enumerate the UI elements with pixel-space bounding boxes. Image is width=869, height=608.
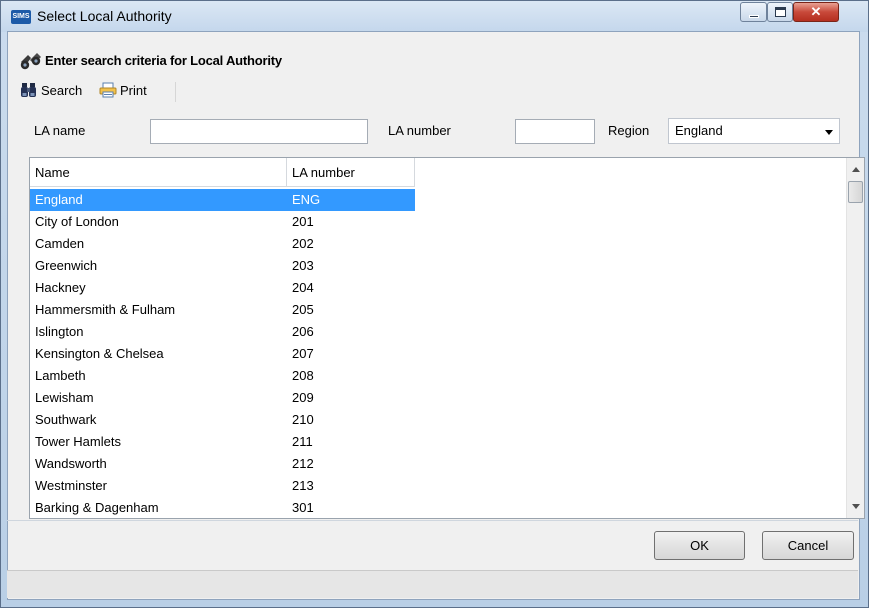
ok-button[interactable]: OK	[654, 531, 745, 560]
column-header-name[interactable]: Name	[30, 158, 287, 187]
cell-name: Greenwich	[35, 258, 98, 273]
region-selected-value: England	[675, 123, 723, 138]
cell-la-number: 301	[292, 500, 314, 515]
la-name-input[interactable]	[150, 119, 368, 144]
table-row[interactable]: Greenwich 203	[30, 255, 415, 277]
cell-name: City of London	[35, 214, 119, 229]
cell-name: Hammersmith & Fulham	[35, 302, 176, 317]
cell-name: Lewisham	[35, 390, 94, 405]
cell-la-number: ENG	[292, 192, 321, 207]
cell-name: England	[35, 192, 83, 207]
cell-name: Barking & Dagenham	[35, 500, 159, 515]
cell-la-number: 206	[292, 324, 314, 339]
title-bar[interactable]: SIMS Select Local Authority ✕	[1, 1, 868, 32]
vertical-scrollbar[interactable]	[846, 158, 864, 518]
table-row[interactable]: Hammersmith & Fulham 205	[30, 299, 415, 321]
table-row[interactable]: Tower Hamlets 211	[30, 431, 415, 453]
table-row[interactable]: Lewisham 209	[30, 387, 415, 409]
cell-name: Kensington & Chelsea	[35, 346, 164, 361]
grid-header: Name LA number	[30, 158, 846, 187]
scrollbar-thumb[interactable]	[848, 181, 863, 203]
table-row[interactable]: Lambeth 208	[30, 365, 415, 387]
cell-la-number: 208	[292, 368, 314, 383]
minimize-button[interactable]	[740, 2, 767, 22]
cell-name: Lambeth	[35, 368, 86, 383]
close-icon: ✕	[810, 4, 822, 19]
scroll-down-icon[interactable]	[852, 504, 860, 509]
table-row[interactable]: Camden 202	[30, 233, 415, 255]
printer-icon	[99, 82, 117, 98]
cell-name: Hackney	[35, 280, 86, 295]
cell-name: Westminster	[35, 478, 107, 493]
cell-la-number: 213	[292, 478, 314, 493]
cell-name: Camden	[35, 236, 85, 251]
scroll-up-icon[interactable]	[852, 167, 860, 172]
cancel-button[interactable]: Cancel	[762, 531, 854, 560]
dropdown-arrow-icon[interactable]	[825, 130, 833, 135]
cell-la-number: 203	[292, 258, 314, 273]
toolbar-separator	[175, 82, 176, 102]
table-row[interactable]: Hackney 204	[30, 277, 415, 299]
section-header: Enter search criteria for Local Authorit…	[45, 53, 282, 68]
cell-la-number: 205	[292, 302, 314, 317]
region-dropdown[interactable]: England	[668, 118, 840, 144]
print-button[interactable]: Print	[99, 80, 147, 100]
table-row[interactable]: Westminster 213	[30, 475, 415, 497]
table-row[interactable]: Southwark 210	[30, 409, 415, 431]
cell-la-number: 204	[292, 280, 314, 295]
binoculars-icon	[21, 83, 36, 97]
cell-la-number: 210	[292, 412, 314, 427]
table-row[interactable]: City of London 201	[30, 211, 415, 233]
cell-name: Islington	[35, 324, 84, 339]
maximize-button[interactable]	[767, 2, 793, 22]
cell-la-number: 209	[292, 390, 314, 405]
la-name-label: LA name	[34, 123, 86, 138]
cell-name: Southwark	[35, 412, 97, 427]
cell-la-number: 212	[292, 456, 314, 471]
column-header-la-number[interactable]: LA number	[287, 158, 415, 187]
cell-la-number: 211	[292, 434, 313, 449]
binoculars-icon	[20, 53, 41, 70]
cell-la-number: 202	[292, 236, 314, 251]
window-title: Select Local Authority	[37, 8, 172, 24]
region-label: Region	[608, 123, 650, 138]
cell-la-number: 201	[292, 214, 314, 229]
table-row[interactable]: Islington 206	[30, 321, 415, 343]
sims-app-icon: SIMS	[11, 10, 31, 24]
cell-name: Tower Hamlets	[35, 434, 121, 449]
minimize-icon	[749, 15, 759, 18]
print-label: Print	[120, 82, 147, 98]
table-row[interactable]: England ENG	[30, 189, 415, 211]
la-number-label: LA number	[388, 123, 451, 138]
maximize-icon	[775, 7, 786, 17]
cell-name: Wandsworth	[35, 456, 107, 471]
close-button[interactable]: ✕	[793, 2, 839, 22]
local-authority-grid[interactable]: Name LA number England ENG City of London 2…	[29, 157, 865, 519]
table-row[interactable]: Wandsworth 212	[30, 453, 415, 475]
la-number-input[interactable]	[515, 119, 595, 144]
search-button[interactable]: Search	[20, 80, 82, 100]
table-row[interactable]: Kensington & Chelsea 207	[30, 343, 415, 365]
cell-la-number: 207	[292, 346, 314, 361]
search-label: Search	[41, 82, 83, 98]
table-row[interactable]: Barking & Dagenham 301	[30, 497, 415, 518]
